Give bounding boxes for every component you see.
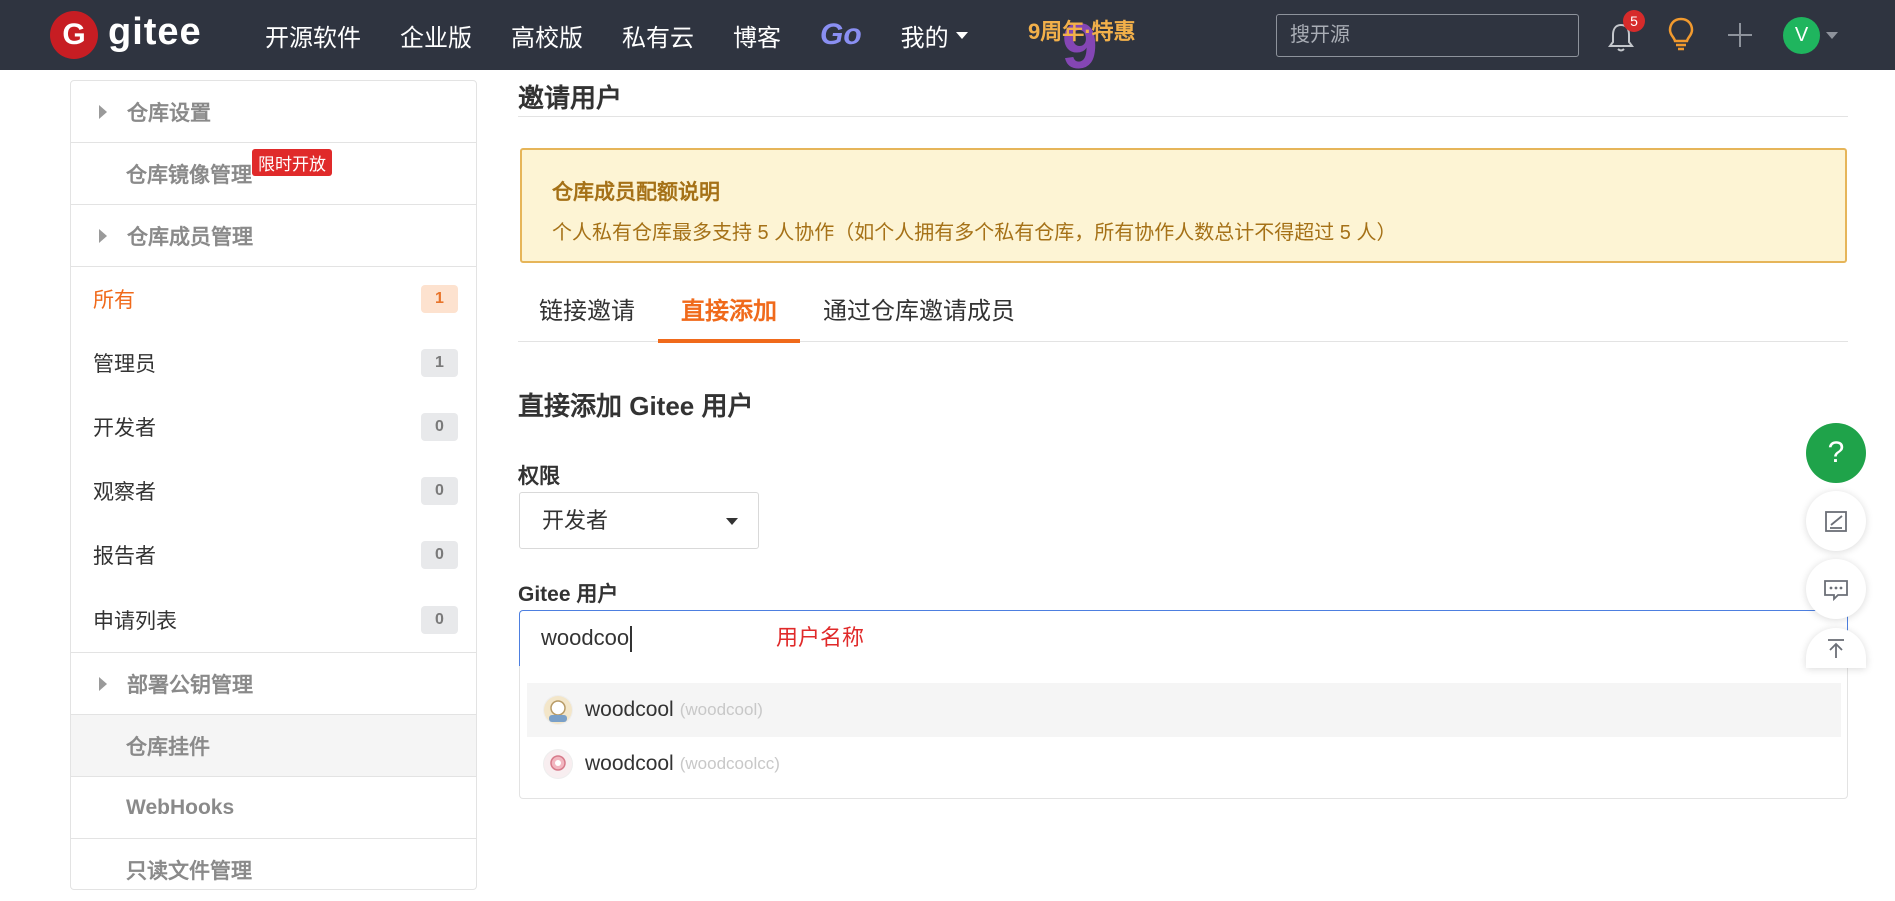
chevron-down-icon[interactable] [1826, 32, 1838, 39]
notice-text: 个人私有仓库最多支持 5 人协作（如个人拥有多个私有仓库，所有协作人数总计不得超… [552, 222, 1397, 244]
sidebar-item-repo-widgets[interactable]: 仓库挂件 [71, 715, 476, 777]
nav-mine-menu[interactable]: 我的 [901, 18, 968, 53]
permission-selected-value: 开发者 [542, 508, 609, 533]
divider [518, 116, 1848, 117]
suggestion-name: woodcool [585, 752, 674, 775]
nav-enterprise[interactable]: 企业版 [400, 18, 472, 53]
sidebar-section-deploy-keys[interactable]: 部署公钥管理 [71, 653, 476, 715]
tab-invite-via-repo[interactable]: 通过仓库邀请成员 [823, 290, 1015, 342]
caret-right-icon [99, 104, 107, 119]
sidebar-section-repo-settings[interactable]: 仓库设置 [71, 81, 476, 143]
suggestion-login: (woodcool) [679, 700, 763, 719]
sidebar-item-label: 所有 [93, 289, 135, 312]
tab-direct-add[interactable]: 直接添加 [658, 290, 800, 343]
sidebar-item-label: WebHooks [126, 795, 235, 819]
notification-count-badge: 5 [1623, 10, 1645, 32]
message-icon [1824, 580, 1848, 602]
section-title: 直接添加 Gitee 用户 [518, 391, 754, 421]
member-quota-notice: 仓库成员配额说明 个人私有仓库最多支持 5 人协作（如个人拥有多个私有仓库，所有… [520, 148, 1847, 263]
sidebar-item-readonly-files[interactable]: 只读文件管理 [71, 839, 476, 901]
suggestion-login: (woodcoolcc) [679, 754, 780, 773]
count-badge: 0 [421, 605, 458, 634]
permission-select[interactable]: 开发者 [519, 492, 759, 549]
text-cursor [630, 626, 633, 653]
chevron-down-icon [955, 31, 968, 39]
nav-blog[interactable]: 博客 [733, 18, 781, 53]
lightbulb-icon[interactable] [1664, 16, 1698, 52]
notice-title: 仓库成员配额说明 [552, 181, 720, 204]
message-button[interactable] [1806, 559, 1866, 619]
sidebar-item-observers[interactable]: 观察者 0 [71, 459, 476, 523]
user-avatar [543, 749, 573, 779]
search-input[interactable] [1276, 14, 1579, 57]
sidebar-item-all-members[interactable]: 所有 1 [71, 267, 476, 331]
gitee-logo-text: gitee [108, 10, 202, 53]
edit-icon [1825, 511, 1847, 532]
permission-label: 权限 [518, 465, 560, 488]
user-avatar-icon [544, 696, 572, 724]
sidebar-item-label: 申请列表 [93, 609, 177, 633]
count-badge: 0 [421, 541, 458, 569]
sidebar-item-label: 观察者 [93, 481, 156, 504]
feedback-button[interactable] [1806, 491, 1866, 551]
sidebar-item-label: 只读文件管理 [126, 860, 252, 883]
tab-link-invite[interactable]: 链接邀请 [539, 290, 635, 342]
nav-education[interactable]: 高校版 [511, 18, 583, 53]
gitee-logo[interactable]: G gitee [50, 10, 202, 60]
top-navbar: G gitee 开源软件 企业版 高校版 私有云 博客 Go 我的 9 9周年·… [0, 0, 1895, 78]
sidebar-item-admins[interactable]: 管理员 1 [71, 331, 476, 395]
user-avatar-icon [544, 750, 572, 778]
count-badge: 1 [421, 285, 458, 313]
limited-time-badge: 限时开放 [252, 149, 332, 176]
user-suggestion-item[interactable]: woodcool (woodcoolcc) [527, 737, 1841, 791]
help-button[interactable]: ? [1806, 423, 1866, 483]
back-to-top-icon [1828, 639, 1844, 658]
gitee-user-label: Gitee 用户 [518, 583, 619, 606]
avatar[interactable]: V [1783, 17, 1820, 54]
sidebar-item-label: 开发者 [93, 417, 156, 440]
sidebar-section-label: 部署公钥管理 [127, 673, 253, 697]
sidebar-section-member-management[interactable]: 仓库成员管理 [71, 205, 476, 267]
chevron-down-icon [726, 518, 738, 525]
sidebar-section-label: 仓库设置 [127, 101, 211, 125]
nav-private-cloud[interactable]: 私有云 [622, 18, 694, 53]
count-badge: 1 [421, 349, 458, 377]
sidebar-item-webhooks[interactable]: WebHooks [71, 777, 476, 839]
sidebar-item-reporters[interactable]: 报告者 0 [71, 523, 476, 587]
settings-sidebar: 仓库设置 仓库镜像管理 限时开放 仓库成员管理 所有 1 管理员 1 开发者 0… [70, 80, 477, 890]
caret-right-icon [99, 228, 107, 243]
caret-right-icon [99, 676, 107, 691]
anniversary-promo-banner[interactable]: 9 9周年·特惠 [1026, 0, 1146, 78]
sidebar-item-label: 报告者 [93, 545, 156, 568]
count-badge: 0 [421, 477, 458, 505]
nav-go[interactable]: Go [820, 18, 862, 52]
nav-links: 开源软件 企业版 高校版 私有云 博客 Go 我的 [265, 0, 1007, 70]
nav-mine-label: 我的 [900, 24, 949, 52]
sidebar-item-label: 仓库镜像管理 [126, 163, 252, 187]
sidebar-item-developers[interactable]: 开发者 0 [71, 395, 476, 459]
page-title: 邀请用户 [518, 83, 623, 113]
sidebar-section-label: 仓库成员管理 [127, 225, 253, 249]
promo-text: 9周年·特惠 [1028, 19, 1136, 44]
user-avatar [543, 695, 573, 725]
sidebar-item-label: 管理员 [93, 353, 156, 376]
sidebar-item-label: 仓库挂件 [126, 735, 210, 759]
user-input-value: woodcoo [541, 625, 630, 650]
sidebar-item-applications[interactable]: 申请列表 0 [71, 587, 476, 653]
gitee-logo-icon: G [50, 11, 98, 59]
nav-open-source[interactable]: 开源软件 [265, 18, 361, 53]
count-badge: 0 [421, 413, 458, 441]
user-suggestions-dropdown: woodcool (woodcool) woodcool (woodcoolcc… [519, 666, 1848, 799]
user-suggestion-item[interactable]: woodcool (woodcool) [527, 683, 1841, 737]
plus-icon[interactable] [1723, 18, 1757, 52]
annotation-username: 用户名称 [776, 625, 865, 650]
help-icon: ? [1827, 436, 1845, 469]
suggestion-name: woodcool [585, 698, 674, 721]
user-search-input[interactable]: woodcoo [519, 610, 1848, 666]
invite-tabs: 链接邀请 直接添加 通过仓库邀请成员 [518, 290, 1848, 343]
